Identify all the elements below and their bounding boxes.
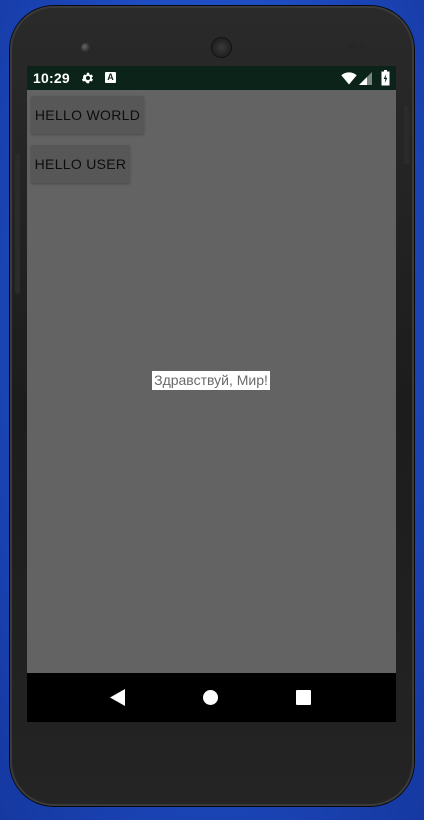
home-icon[interactable] bbox=[203, 690, 218, 705]
status-time: 10:29 bbox=[33, 70, 70, 86]
greeting-text: Здравствуй, Мир! bbox=[152, 371, 270, 390]
app-content: HELLO WORLD HELLO USER Здравствуй, Мир! bbox=[27, 90, 396, 673]
hello-world-button[interactable]: HELLO WORLD bbox=[31, 96, 144, 134]
recents-icon[interactable] bbox=[296, 690, 311, 705]
front-camera bbox=[81, 43, 90, 52]
device-screen: 10:29 A HELLO WORLD HELLO USER Здравству… bbox=[27, 66, 396, 722]
light-sensor bbox=[360, 44, 366, 50]
earpiece-speaker bbox=[212, 38, 231, 57]
power-button bbox=[404, 106, 409, 164]
gear-icon bbox=[81, 72, 93, 84]
volume-button bbox=[15, 154, 20, 294]
hello-user-button[interactable]: HELLO USER bbox=[31, 145, 130, 183]
wifi-icon bbox=[341, 72, 357, 85]
proximity-sensor bbox=[348, 44, 354, 50]
battery-icon bbox=[381, 70, 390, 86]
status-bar: 10:29 A bbox=[27, 66, 396, 90]
navigation-bar bbox=[27, 673, 396, 722]
a-icon: A bbox=[105, 72, 116, 83]
signal-icon bbox=[359, 72, 372, 85]
back-icon[interactable] bbox=[110, 689, 125, 706]
